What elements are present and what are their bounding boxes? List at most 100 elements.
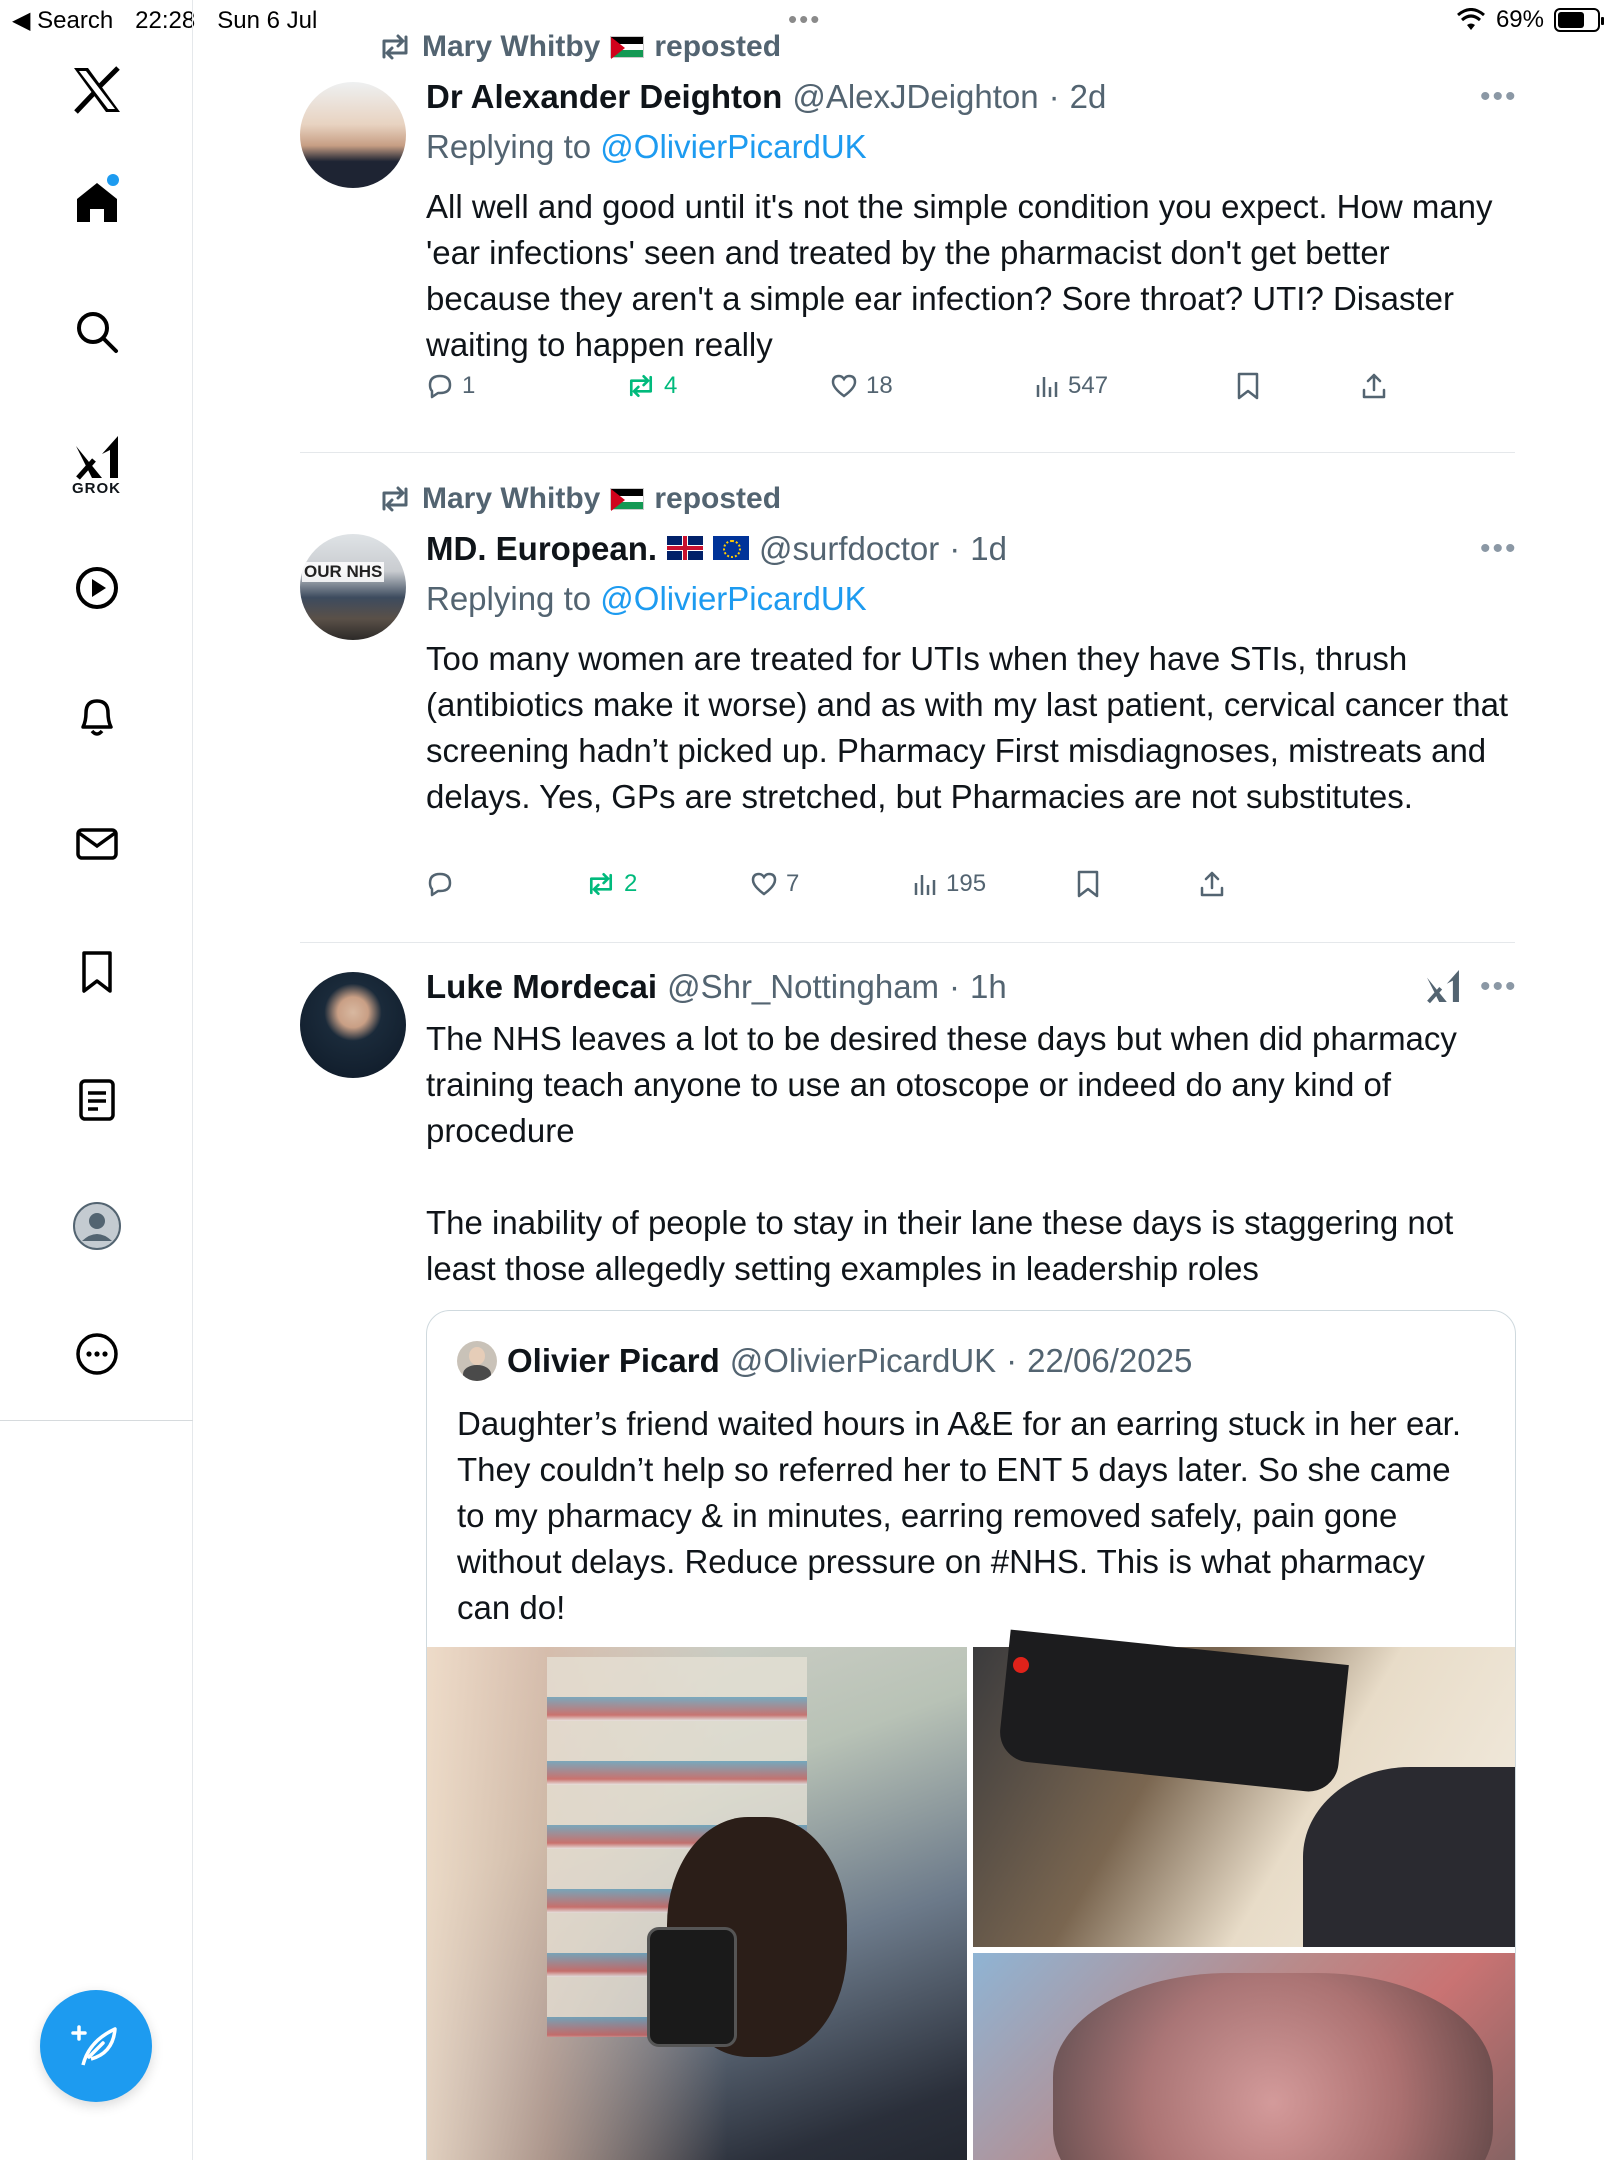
quoted-tweet[interactable]: Olivier Picard @OlivierPicardUK · 22/06/…	[426, 1310, 1516, 2160]
heart-icon	[831, 374, 857, 398]
views-button[interactable]: 547	[1034, 372, 1108, 400]
bookmark-button[interactable]	[1076, 870, 1100, 898]
more-menu-icon[interactable]: •••	[1480, 532, 1518, 566]
messages-icon[interactable]	[0, 814, 193, 874]
profile-icon[interactable]	[0, 1196, 193, 1256]
heart-icon	[751, 872, 777, 896]
repost-icon	[589, 872, 613, 896]
reply-button[interactable]: 1	[426, 372, 475, 400]
repost-icon	[382, 34, 408, 60]
replying-prefix: Replying to	[426, 580, 592, 617]
like-button[interactable]: 7	[750, 870, 799, 898]
tweet-text: The NHS leaves a lot to be desired these…	[426, 1020, 1457, 1287]
reply-icon	[428, 374, 452, 399]
share-icon	[1362, 373, 1386, 399]
views-count: 195	[946, 870, 987, 897]
quote-author-handle[interactable]: @OlivierPicardUK	[730, 1342, 996, 1380]
views-chart-icon	[1036, 377, 1058, 397]
replying-to-link[interactable]: @OlivierPicardUK	[600, 580, 866, 617]
reposter-name[interactable]: Mary Whitby	[422, 482, 600, 516]
tweet-header: Luke Mordecai @Shr_Nottingham · 1h	[426, 968, 1007, 1006]
multitasking-dots[interactable]: •••	[788, 4, 821, 35]
author-handle[interactable]: @surfdoctor	[759, 530, 939, 568]
battery-icon	[1554, 8, 1604, 32]
quote-text: Daughter’s friend waited hours in A&E fo…	[457, 1405, 1462, 1626]
tweet-text: Too many women are treated for UTIs when…	[426, 640, 1509, 815]
x-logo-icon[interactable]	[0, 60, 193, 120]
author-name[interactable]: MD. European.	[426, 530, 657, 568]
repost-suffix: reposted	[654, 482, 782, 515]
repost-button[interactable]: 2	[586, 870, 637, 898]
home-icon[interactable]	[0, 172, 193, 232]
tweet-divider	[300, 452, 1515, 453]
reply-button[interactable]	[426, 870, 462, 898]
post-time[interactable]: 2d	[1070, 78, 1107, 116]
compose-feather-icon	[71, 2025, 117, 2066]
repost-indicator: Mary Whitby reposted	[378, 30, 781, 64]
post-time[interactable]: 1h	[970, 968, 1007, 1006]
reply-count: 1	[462, 372, 476, 399]
media-photo-ear-canal[interactable]	[973, 1953, 1515, 2160]
tweet-header: Dr Alexander Deighton @AlexJDeighton · 2…	[426, 78, 1106, 116]
compose-post-button[interactable]	[40, 1990, 152, 2102]
quote-header: Olivier Picard @OlivierPicardUK · 22/06/…	[457, 1341, 1192, 1381]
more-options-icon[interactable]	[0, 1324, 193, 1384]
post-time[interactable]: 1d	[970, 530, 1007, 568]
palestine-flag-icon	[610, 488, 645, 511]
repost-count: 2	[624, 870, 638, 897]
like-count: 18	[866, 372, 893, 399]
reposter-name[interactable]: Mary Whitby	[422, 30, 600, 64]
grok-icon[interactable]: GROK	[0, 425, 193, 505]
notification-dot	[107, 174, 119, 186]
replying-prefix: Replying to	[426, 128, 592, 165]
replying-to: Replying to @OlivierPicardUK	[426, 580, 867, 618]
status-bar: ◀ Search 22:28 Sun 6 Jul ••• 69%	[0, 0, 1620, 40]
wifi-icon	[1456, 8, 1485, 30]
repost-icon	[382, 486, 408, 512]
bookmark-icon	[1077, 870, 1099, 898]
search-icon[interactable]	[0, 302, 193, 362]
share-button[interactable]	[1198, 870, 1226, 898]
battery-percent: 69%	[1495, 6, 1544, 33]
repost-suffix: reposted	[654, 30, 782, 63]
separator: ·	[1006, 1342, 1018, 1379]
bookmarks-icon[interactable]	[0, 942, 193, 1002]
avatar-text: OUR NHS	[302, 562, 385, 582]
grok-explain-icon[interactable]	[1424, 968, 1462, 1009]
quote-author-name[interactable]: Olivier Picard	[507, 1342, 720, 1380]
views-button[interactable]: 195	[912, 870, 986, 898]
views-chart-icon	[914, 875, 936, 895]
repost-button[interactable]: 4	[626, 372, 677, 400]
media-photo-pharmacy[interactable]	[427, 1647, 967, 2160]
views-count: 547	[1068, 372, 1109, 399]
quote-avatar	[457, 1341, 497, 1381]
uk-flag-icon	[667, 536, 704, 560]
bookmark-button[interactable]	[1236, 372, 1260, 400]
replying-to-link[interactable]: @OlivierPicardUK	[600, 128, 866, 165]
avatar[interactable]: OUR NHS	[300, 534, 406, 640]
more-menu-icon[interactable]: •••	[1480, 80, 1518, 114]
separator: ·	[1048, 78, 1060, 115]
quote-date[interactable]: 22/06/2025	[1027, 1342, 1192, 1380]
sidebar: GROK	[0, 0, 193, 2160]
more-menu-icon[interactable]: •••	[1480, 970, 1518, 1004]
separator: ·	[949, 530, 961, 567]
lists-icon[interactable]	[0, 1070, 193, 1130]
avatar[interactable]	[300, 972, 406, 1078]
avatar[interactable]	[300, 82, 406, 188]
like-button[interactable]: 18	[830, 372, 893, 400]
author-handle[interactable]: @AlexJDeighton	[792, 78, 1038, 116]
share-button[interactable]	[1360, 372, 1388, 400]
media-photo-otoscope-screen[interactable]	[973, 1629, 1515, 1947]
eu-flag-icon	[713, 536, 750, 560]
author-name[interactable]: Dr Alexander Deighton	[426, 78, 782, 116]
video-icon[interactable]	[0, 558, 193, 618]
repost-icon	[629, 374, 653, 398]
separator: ·	[949, 968, 961, 1005]
replying-to: Replying to @OlivierPicardUK	[426, 128, 867, 166]
author-handle[interactable]: @Shr_Nottingham	[667, 968, 939, 1006]
palestine-flag-icon	[610, 36, 645, 59]
author-name[interactable]: Luke Mordecai	[426, 968, 657, 1006]
notifications-bell-icon[interactable]	[0, 686, 193, 746]
repost-indicator: Mary Whitby reposted	[378, 482, 781, 516]
